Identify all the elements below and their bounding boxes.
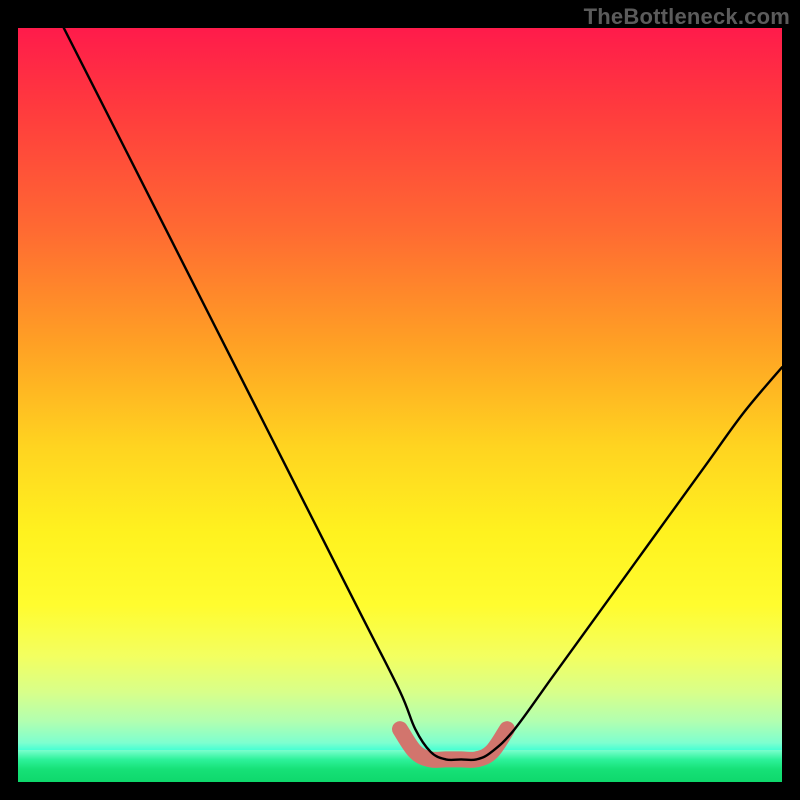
chart-container: TheBottleneck.com	[0, 0, 800, 800]
plot-area	[18, 28, 782, 782]
bottleneck-curve	[64, 28, 782, 760]
curve-layer	[18, 28, 782, 782]
attribution-text: TheBottleneck.com	[584, 4, 790, 30]
optimal-zone-marker	[400, 729, 507, 760]
